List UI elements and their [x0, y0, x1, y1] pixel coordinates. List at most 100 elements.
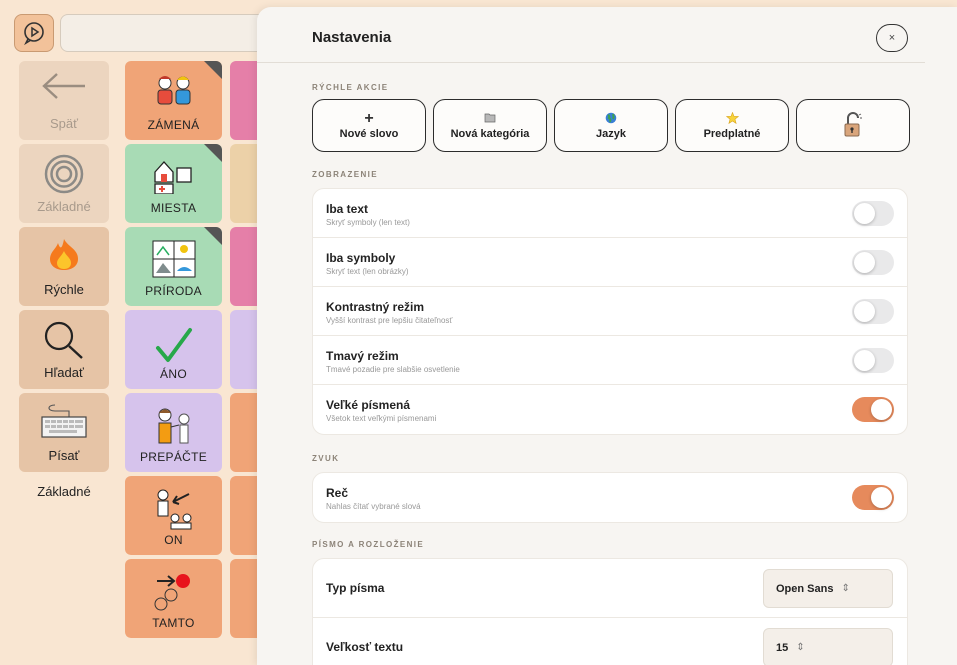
cell-label: ÁNO [160, 367, 187, 381]
nav-quick[interactable]: Rýchle [19, 227, 109, 306]
grid-cell-partial[interactable] [230, 393, 260, 472]
nav-label: Písať [48, 448, 80, 463]
section-label-font-layout: PÍSMO A ROZLOŽENIE [312, 540, 425, 549]
new-category-button[interactable]: Nová kategória [433, 99, 547, 152]
setting-row-contrast: Kontrastný režim Vyšší kontrast pre lepš… [313, 287, 907, 336]
cell-label: ZÁMENÁ [147, 118, 200, 132]
cell-yes[interactable]: ÁNO [125, 310, 222, 389]
toggle-symbols-only[interactable] [852, 250, 894, 275]
subscription-button[interactable]: Predplatné [675, 99, 789, 152]
toggle-text-only[interactable] [852, 201, 894, 226]
message-bar[interactable] [60, 14, 260, 52]
current-board-label: Základné [37, 484, 91, 499]
folder-corner [204, 61, 222, 79]
nav-label: Späť [49, 116, 78, 131]
folder-icon [484, 112, 496, 126]
setting-title: Veľkosť textu [326, 640, 404, 654]
category-nav: Späť Základné Rýchle Hľadať Písať Základ… [19, 61, 109, 499]
setting-row-symbols-only: Iba symboly Skryť text (len obrázky) [313, 238, 907, 287]
target-rings-icon [44, 154, 84, 194]
setting-subtitle: Skryť text (len obrázky) [326, 267, 409, 276]
close-icon: × [888, 32, 896, 44]
new-category-label: Nová kategória [450, 127, 530, 140]
cell-sorry[interactable]: PREPÁČTE [125, 393, 222, 472]
speak-button[interactable] [14, 14, 54, 52]
setting-title: Iba text [326, 202, 369, 216]
setting-title: Kontrastný režim [326, 300, 425, 314]
that-icon [154, 574, 190, 611]
cell-label: PREPÁČTE [139, 450, 208, 464]
cell-places[interactable]: MIESTA [125, 144, 222, 223]
font-layout-card: Typ písma Open Sans ⇕ Veľkosť textu 15 ⇕ [312, 558, 908, 665]
select-value: 15 [776, 641, 789, 654]
message-toolbar [0, 0, 260, 58]
cell-that[interactable]: TAMTO [125, 559, 222, 638]
nav-core[interactable]: Základné [19, 144, 109, 223]
grid-cell-partial[interactable] [230, 559, 260, 638]
grid-cell-partial[interactable] [230, 476, 260, 555]
cell-nature[interactable]: PRÍRODA [125, 227, 222, 306]
font-type-select[interactable]: Open Sans ⇕ [763, 569, 893, 608]
nav-search[interactable]: Hľadať [19, 310, 109, 389]
section-label-display: ZOBRAZENIE [312, 170, 378, 179]
toggle-knob [871, 487, 892, 508]
nav-type[interactable]: Písať [19, 393, 109, 472]
chevron-up-down-icon: ⇕ [796, 642, 805, 653]
toggle-contrast[interactable] [852, 299, 894, 324]
new-word-label: Nové slovo [339, 127, 399, 140]
setting-row-text-size: Veľkosť textu 15 ⇕ [313, 618, 907, 665]
section-label-quick-actions: RÝCHLE AKCIE [312, 83, 389, 92]
unlock-button[interactable] [796, 99, 910, 152]
settings-header: Nastavenia × [257, 7, 925, 63]
grid-cell-partial[interactable] [230, 144, 260, 223]
nav-label: Hľadať [44, 365, 84, 380]
toggle-dark-mode[interactable] [852, 348, 894, 373]
cell-label: PRÍRODA [145, 284, 202, 298]
setting-row-dark-mode: Tmavý režim Tmavé pozadie pre slabšie os… [313, 336, 907, 385]
toggle-knob [871, 399, 892, 420]
nature-icon [152, 240, 195, 278]
unlock-icon [840, 111, 866, 138]
page-title: Nastavenia [312, 29, 392, 46]
settings-sheet: Nastavenia × RÝCHLE AKCIE + Nové slovo N… [257, 7, 957, 665]
fire-icon [50, 239, 78, 270]
setting-title: Tmavý režim [326, 349, 399, 363]
apology-icon [158, 408, 189, 444]
grid-cell-partial[interactable] [230, 61, 260, 140]
chevron-up-down-icon: ⇕ [841, 583, 850, 594]
toggle-uppercase[interactable] [852, 397, 894, 422]
nav-label: Základné [37, 199, 91, 214]
subscription-label: Predplatné [703, 127, 761, 140]
sound-settings-card: Reč Nahlas čítať vybrané slová [312, 472, 908, 523]
new-word-button[interactable]: + Nové slovo [312, 99, 426, 152]
close-button[interactable]: × [876, 24, 908, 52]
grid-cell-partial[interactable] [230, 227, 260, 306]
word-grid: ZÁMENÁ MIESTA PRÍRODA ÁNO PREPÁČTE ON TA… [125, 61, 222, 642]
setting-title: Veľké písmená [326, 398, 411, 412]
language-button[interactable]: Jazyk [554, 99, 668, 152]
setting-row-uppercase: Veľké písmená Všetok text veľkými písmen… [313, 385, 907, 434]
cell-pronouns[interactable]: ZÁMENÁ [125, 61, 222, 140]
setting-title: Typ písma [326, 581, 385, 595]
star-icon [725, 111, 739, 126]
toggle-knob [854, 301, 875, 322]
setting-subtitle: Nahlas čítať vybrané slová [326, 502, 421, 511]
setting-subtitle: Skryť symboly (len text) [326, 218, 410, 227]
setting-row-speech: Reč Nahlas čítať vybrané slová [313, 473, 907, 522]
setting-subtitle: Všetok text veľkými písmenami [326, 414, 437, 423]
select-value: Open Sans [776, 582, 834, 595]
grid-cell-partial[interactable] [230, 310, 260, 389]
cell-label: MIESTA [150, 201, 197, 215]
magnifier-icon [44, 321, 83, 359]
cell-label: ON [164, 533, 183, 547]
plus-icon: + [364, 109, 374, 127]
toggle-knob [854, 203, 875, 224]
checkmark-icon [155, 328, 192, 362]
toggle-speech[interactable] [852, 485, 894, 510]
quick-actions: + Nové slovo Nová kategória Jazyk Predpl… [312, 99, 912, 153]
text-size-select[interactable]: 15 ⇕ [763, 628, 893, 665]
nav-back[interactable]: Späť [19, 61, 109, 140]
toggle-knob [854, 252, 875, 273]
cell-he[interactable]: ON [125, 476, 222, 555]
setting-subtitle: Vyšší kontrast pre lepšiu čitateľnosť [326, 316, 453, 325]
